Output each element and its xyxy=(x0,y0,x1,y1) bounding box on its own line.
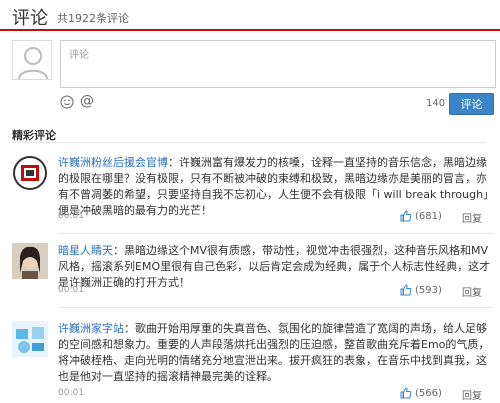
thumbs-up-icon xyxy=(400,387,412,399)
comment-divider xyxy=(58,307,494,308)
comments-title: 评论 xyxy=(12,8,48,29)
user-avatar-icon xyxy=(12,321,48,357)
like-button[interactable]: (593) xyxy=(400,284,442,296)
reply-button[interactable]: 回复 xyxy=(462,210,482,225)
reply-button[interactable]: 回复 xyxy=(462,387,482,402)
like-count: (593) xyxy=(415,284,442,296)
like-button[interactable]: (566) xyxy=(400,387,442,399)
comment-username[interactable]: 许巍洲粉丝后援会官博 xyxy=(58,156,168,169)
comment-item: 许巍洲粉丝后援会官博：许巍洲富有爆发力的核嗓，诠释一直坚持的音乐信念，黑暗边缘的… xyxy=(12,155,494,234)
user-avatar-icon xyxy=(12,243,48,279)
char-count: 140 xyxy=(426,98,446,109)
like-count: (681) xyxy=(415,210,442,222)
thumbs-up-icon xyxy=(400,284,412,296)
comment-input[interactable]: 评论 xyxy=(60,40,496,88)
submit-comment-button[interactable]: 评论 xyxy=(449,93,494,115)
comment-username[interactable]: 许巍洲家字站 xyxy=(58,322,124,335)
like-button[interactable]: (681) xyxy=(400,210,442,222)
avatar[interactable] xyxy=(12,243,48,279)
like-count: (566) xyxy=(415,387,442,399)
comment-time: 00:01 xyxy=(58,285,84,295)
avatar[interactable] xyxy=(12,321,48,357)
comments-header: 评论 共1922条评论 xyxy=(0,0,500,31)
user-avatar xyxy=(12,40,52,80)
comment-time: 00:01 xyxy=(58,388,84,398)
reply-button[interactable]: 回复 xyxy=(462,284,482,299)
comments-count: 共1922条评论 xyxy=(57,12,129,25)
comment-input-placeholder: 评论 xyxy=(69,50,89,61)
thumbs-up-icon xyxy=(400,210,412,222)
comment-divider xyxy=(58,233,494,234)
comment-body: 许巍洲家字站：歌曲开始用厚重的失真音色、氛围化的旋律营造了宽阔的声场，给人足够的… xyxy=(58,321,494,385)
smile-icon[interactable] xyxy=(60,95,74,109)
comment-text: ：黑暗边缘这个MV很有质感，带动性，视觉冲击很强烈，这种音乐风格和MV风格，摇滚… xyxy=(58,244,491,289)
avatar[interactable] xyxy=(12,155,48,191)
user-avatar-icon xyxy=(12,155,48,191)
comment-username[interactable]: 暗星人睛天 xyxy=(58,244,113,257)
comment-item: 许巍洲家字站：歌曲开始用厚重的失真音色、氛围化的旋律营造了宽阔的声场，给人足够的… xyxy=(12,321,489,402)
featured-comments-title: 精彩评论 xyxy=(12,129,56,142)
comment-item: 暗星人睛天：黑暗边缘这个MV很有质感，带动性，视觉冲击很强烈，这种音乐风格和MV… xyxy=(12,243,494,308)
comment-time: 00:01 xyxy=(58,211,84,221)
comment-composer: 评论 @ 140 评论 xyxy=(12,40,496,118)
at-icon[interactable]: @ xyxy=(80,93,94,109)
default-avatar-icon xyxy=(13,41,51,79)
section-divider xyxy=(12,142,486,143)
